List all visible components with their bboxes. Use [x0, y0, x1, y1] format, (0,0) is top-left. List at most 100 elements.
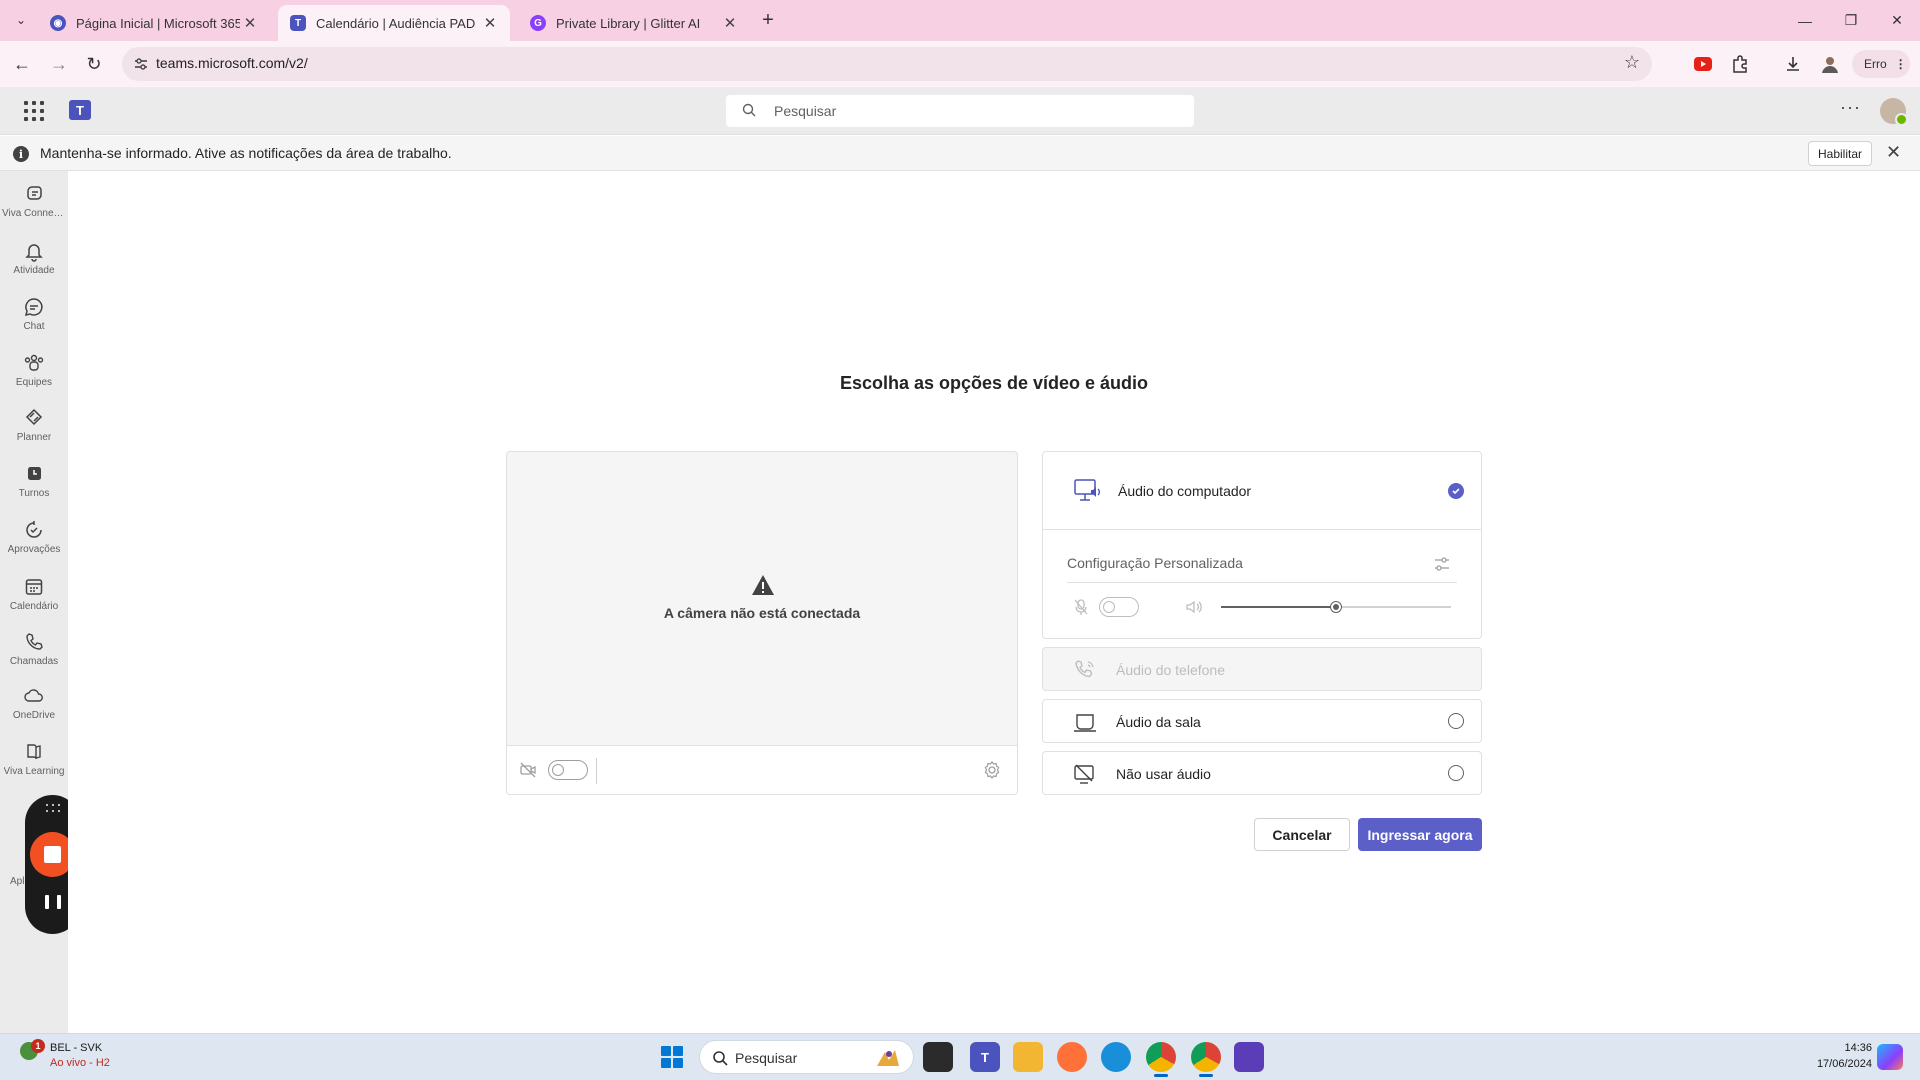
enable-notifications-button[interactable]: Habilitar — [1808, 141, 1872, 166]
rail-item-teams[interactable]: Equipes — [0, 350, 68, 400]
new-tab-button[interactable]: + — [757, 8, 779, 32]
clock-date[interactable]: 17/06/2024 — [1772, 1058, 1872, 1070]
rail-item-chat[interactable]: Chat — [0, 294, 68, 344]
taskbar-firefox-icon[interactable] — [1057, 1042, 1087, 1072]
rail-label: Aprovações — [7, 544, 61, 555]
rail-item-calendar[interactable]: Calendário — [0, 574, 68, 624]
taskbar-chrome-icon[interactable] — [1146, 1042, 1176, 1077]
speaker-volume-slider[interactable] — [1221, 601, 1451, 613]
taskbar-chrome-profile-icon[interactable] — [1191, 1042, 1221, 1077]
computer-audio-radio[interactable] — [1448, 483, 1464, 499]
rail-label: Planner — [16, 432, 52, 443]
warning-icon — [752, 575, 774, 595]
tab-search-menu-icon[interactable]: ⌄ — [10, 9, 32, 31]
minimize-icon[interactable]: — — [1782, 0, 1828, 41]
taskbar-terminal-icon[interactable] — [923, 1042, 953, 1072]
youtube-extension-icon[interactable] — [1690, 51, 1716, 77]
viva-connections-icon — [27, 186, 42, 200]
no-audio-label: Não usar áudio — [1116, 766, 1211, 782]
close-tab-icon[interactable]: ✕ — [720, 14, 740, 32]
address-bar[interactable]: teams.microsoft.com/v2/ ☆ — [122, 47, 1652, 81]
rail-item-onedrive[interactable]: OneDrive — [0, 683, 68, 733]
camera-status-message: A câmera não está conectada — [663, 605, 861, 621]
speaker-icon — [1186, 600, 1202, 614]
copilot-icon[interactable] — [1877, 1044, 1903, 1070]
room-audio-option[interactable]: Áudio da sala — [1042, 699, 1482, 743]
site-settings-icon[interactable] — [132, 55, 150, 73]
camera-toggle[interactable] — [548, 760, 588, 780]
rail-item-viva-connections[interactable]: Viva Connections — [0, 181, 68, 231]
profile-error-button[interactable]: Erro ⋮ — [1852, 50, 1910, 78]
back-icon[interactable]: ← — [7, 49, 37, 79]
search-box[interactable] — [726, 95, 1194, 127]
rail-item-planner[interactable]: Planner — [0, 405, 68, 455]
extensions-puzzle-icon[interactable] — [1727, 51, 1753, 77]
taskbar-search-label: Pesquisar — [735, 1050, 798, 1066]
divider — [1067, 582, 1457, 583]
rail-label: Viva Connections — [2, 208, 66, 219]
drag-handle-icon[interactable] — [46, 804, 60, 812]
notification-banner: i Mantenha-se informado. Ative as notifi… — [0, 136, 1920, 171]
shifts-icon — [28, 467, 41, 480]
phone-audio-label: Áudio do telefone — [1116, 662, 1225, 678]
gear-icon[interactable] — [982, 760, 1002, 780]
rail-label: OneDrive — [12, 710, 56, 721]
bookmark-star-icon[interactable]: ☆ — [1624, 52, 1640, 73]
video-preview: A câmera não está conectada — [506, 451, 1018, 795]
no-audio-option[interactable]: Não usar áudio — [1042, 751, 1482, 795]
forward-icon[interactable]: → — [44, 49, 74, 79]
prejoin-screen: Escolha as opções de vídeo e áudio A câm… — [68, 171, 1920, 1033]
url-text: teams.microsoft.com/v2/ — [156, 55, 308, 71]
app-launcher-icon[interactable] — [24, 101, 44, 121]
restore-icon[interactable]: ❐ — [1828, 0, 1874, 41]
search-icon — [713, 1051, 728, 1066]
taskbar-search[interactable]: Pesquisar — [699, 1040, 914, 1074]
pause-recording-button[interactable] — [45, 895, 61, 911]
phone-audio-icon — [1075, 660, 1094, 678]
user-avatar[interactable] — [1880, 98, 1908, 126]
match-title[interactable]: BEL - SVK — [50, 1042, 102, 1054]
join-now-button[interactable]: Ingressar agora — [1358, 818, 1482, 851]
rail-item-approvals[interactable]: Aprovações — [0, 517, 68, 567]
taskbar-edge-icon[interactable] — [1101, 1042, 1131, 1072]
more-options-icon[interactable]: ··· — [1840, 97, 1861, 118]
taskbar-file-explorer-icon[interactable] — [1013, 1042, 1043, 1072]
taskbar-app-icon[interactable] — [1234, 1042, 1264, 1072]
rail-item-calls[interactable]: Chamadas — [0, 629, 68, 679]
video-controls-bar — [507, 745, 1017, 794]
browser-tab-teams[interactable]: T Calendário | Audiência PAD | Microsoft… — [278, 5, 510, 41]
browser-tab-m365[interactable]: ◉ Página Inicial | Microsoft 365 ✕ — [38, 5, 270, 41]
m365-icon: ◉ — [50, 15, 66, 31]
download-icon[interactable] — [1780, 51, 1806, 77]
rail-item-activity[interactable]: Atividade — [0, 238, 68, 288]
cancel-button[interactable]: Cancelar — [1254, 818, 1350, 851]
search-input[interactable] — [774, 95, 1174, 127]
windows-start-icon[interactable] — [661, 1046, 683, 1068]
tab-title: Calendário | Audiência PAD | Microsoft T… — [316, 15, 480, 31]
room-audio-radio[interactable] — [1448, 713, 1464, 729]
page-title: Escolha as opções de vídeo e áudio — [839, 373, 1149, 393]
computer-audio-option[interactable]: Áudio do computador — [1043, 452, 1481, 530]
taskbar-teams-icon[interactable]: T — [970, 1042, 1000, 1072]
rail-item-viva-learning[interactable]: Viva Learning — [0, 739, 68, 789]
close-tab-icon[interactable]: ✕ — [240, 14, 260, 32]
close-tab-icon[interactable]: ✕ — [480, 14, 500, 32]
slider-thumb[interactable] — [1330, 601, 1342, 613]
computer-audio-label: Áudio do computador — [1118, 483, 1252, 499]
reload-icon[interactable]: ↻ — [79, 49, 109, 79]
rail-label: Calendário — [9, 601, 59, 612]
room-audio-label: Áudio da sala — [1116, 714, 1201, 730]
teams-header: T ··· — [0, 87, 1920, 135]
info-icon: i — [13, 146, 29, 162]
profile-avatar-icon[interactable] — [1817, 51, 1843, 77]
close-banner-icon[interactable]: ✕ — [1886, 142, 1901, 163]
bell-icon — [25, 244, 43, 262]
notification-badge: 1 — [31, 1039, 45, 1053]
no-audio-radio[interactable] — [1448, 765, 1464, 781]
sliders-settings-icon[interactable] — [1433, 555, 1451, 573]
rail-item-shifts[interactable]: Turnos — [0, 461, 68, 511]
browser-tab-glitter[interactable]: G Private Library | Glitter AI ✕ — [518, 5, 750, 41]
clock-time[interactable]: 14:36 — [1792, 1042, 1872, 1054]
close-window-icon[interactable]: ✕ — [1874, 0, 1920, 41]
microphone-toggle[interactable] — [1099, 597, 1139, 617]
